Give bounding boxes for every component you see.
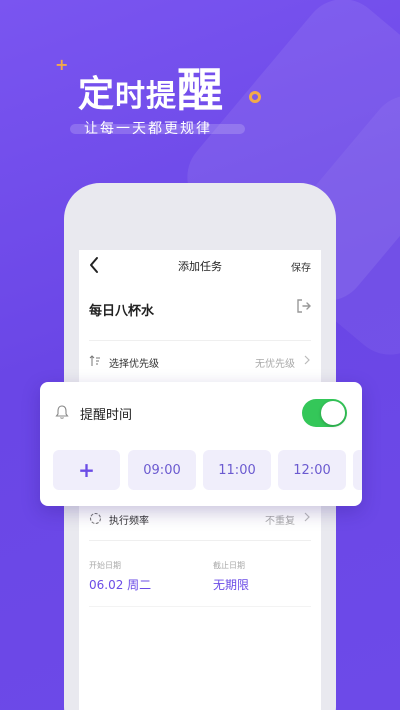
promo-headline: 定时提醒 bbox=[78, 54, 224, 120]
end-date-value[interactable]: 无期限 bbox=[213, 576, 249, 593]
headline-char: 时 bbox=[115, 79, 147, 114]
toggle-knob bbox=[321, 401, 345, 425]
save-button[interactable]: 保存 bbox=[291, 259, 311, 274]
reminder-title: 提醒时间 bbox=[80, 408, 133, 423]
priority-value: 无优先级 bbox=[255, 359, 295, 370]
frequency-value: 不重复 bbox=[265, 516, 295, 527]
headline-char: 定 bbox=[78, 74, 116, 115]
time-chip[interactable]: 09:00 bbox=[128, 450, 196, 490]
time-chip-partial[interactable] bbox=[353, 450, 362, 490]
plus-decoration-icon: + bbox=[55, 55, 69, 74]
exit-icon[interactable] bbox=[295, 297, 313, 315]
time-chip[interactable]: 11:00 bbox=[203, 450, 271, 490]
start-date-value[interactable]: 06.02 周二 bbox=[89, 576, 151, 593]
divider bbox=[89, 540, 311, 541]
add-time-button[interactable]: + bbox=[53, 450, 120, 490]
priority-label[interactable]: 选择优先级 bbox=[109, 355, 159, 370]
reminder-time-card: 提醒时间 + 09:00 11:00 12:00 bbox=[40, 382, 362, 506]
dot-decoration-icon bbox=[249, 91, 261, 103]
divider bbox=[89, 606, 311, 607]
sort-icon bbox=[89, 355, 100, 366]
divider bbox=[89, 340, 311, 341]
frequency-label[interactable]: 执行频率 bbox=[109, 512, 149, 527]
task-name[interactable]: 每日八杯水 bbox=[89, 300, 154, 319]
reminder-toggle[interactable] bbox=[302, 399, 347, 427]
page-title: 添加任务 bbox=[178, 260, 222, 273]
start-date-label: 开始日期 bbox=[89, 561, 121, 570]
bell-icon bbox=[55, 405, 69, 419]
cycle-icon bbox=[89, 512, 102, 525]
end-date-label: 截止日期 bbox=[213, 561, 245, 570]
promo-subline: 让每一天都更规律 bbox=[84, 121, 212, 137]
time-chip[interactable]: 12:00 bbox=[278, 450, 346, 490]
headline-char: 提 bbox=[146, 79, 178, 114]
chevron-right-icon[interactable] bbox=[303, 354, 311, 366]
nav-bar: 添加任务 保存 bbox=[79, 250, 321, 282]
chevron-right-icon[interactable] bbox=[303, 511, 311, 523]
headline-char: 醒 bbox=[177, 63, 225, 117]
